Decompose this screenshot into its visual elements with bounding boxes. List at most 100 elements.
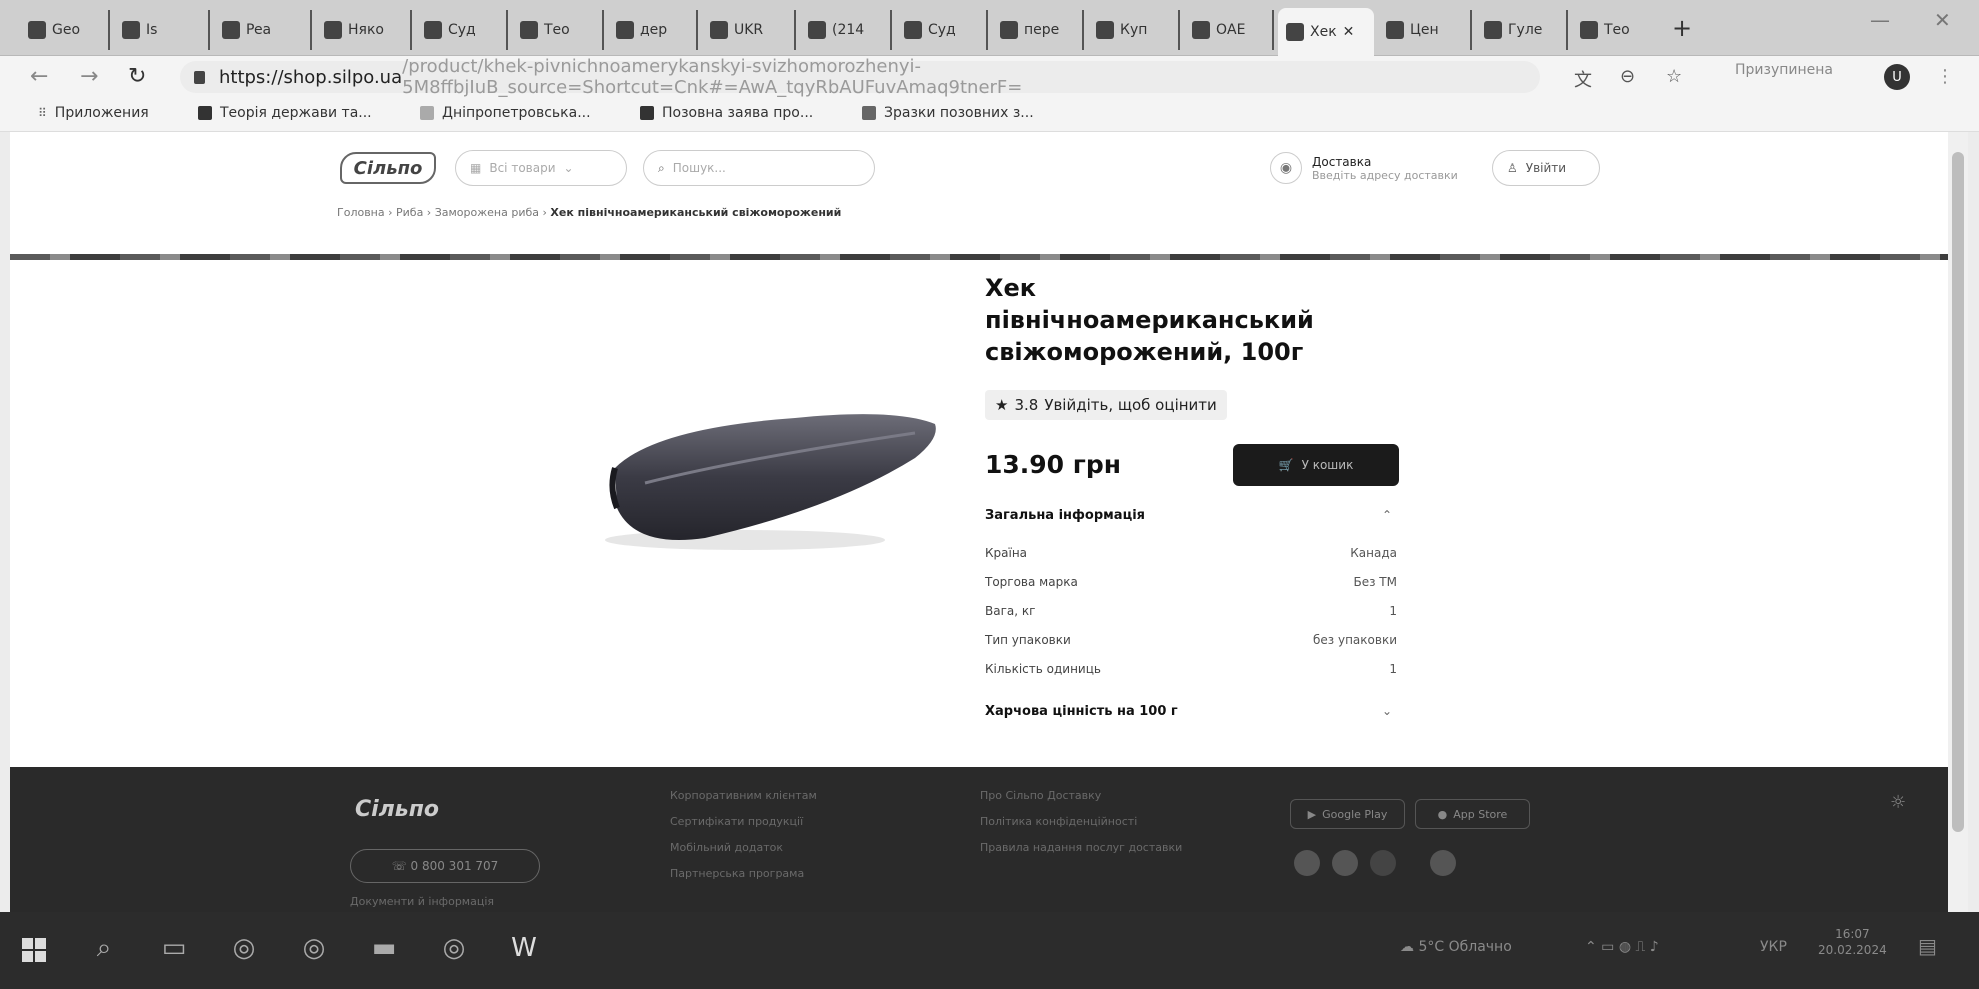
weather-widget[interactable]: ☁ 5°C Облачно: [1400, 939, 1512, 955]
instagram-icon[interactable]: [1332, 850, 1358, 876]
back-icon[interactable]: ←: [30, 64, 48, 89]
tab-favicon-icon: [1096, 21, 1114, 39]
tab-favicon-icon: [28, 21, 46, 39]
bookmark-apps[interactable]: ⠿ Приложения: [38, 105, 149, 121]
profile-status[interactable]: Призупинена: [1735, 62, 1833, 78]
search-icon: ⌕: [658, 160, 665, 175]
youtube-icon[interactable]: [1370, 850, 1396, 876]
product-price: 13.90 грн: [985, 450, 1122, 479]
tab[interactable]: Суд: [896, 10, 988, 50]
forward-icon[interactable]: →: [80, 64, 98, 89]
language-indicator[interactable]: УКР: [1760, 939, 1787, 955]
bookmark-item[interactable]: Позовна заява про...: [640, 105, 813, 121]
screen: Geo Is Pea Няко Суд Тео дер UKR (214 Суд…: [0, 0, 1979, 989]
tab[interactable]: Geo: [20, 10, 110, 50]
windows-start-icon[interactable]: [22, 938, 46, 962]
login-button[interactable]: ♙ Увійти: [1492, 150, 1600, 186]
spec-row: Вага, кг 1: [985, 604, 1397, 618]
chevron-up-icon[interactable]: ⌃: [1382, 508, 1392, 522]
new-tab-icon[interactable]: +: [1672, 14, 1692, 42]
tab-active[interactable]: Хек ✕: [1278, 8, 1374, 56]
general-info-toggle[interactable]: Загальна інформація: [985, 508, 1145, 523]
notifications-icon[interactable]: ▤: [1918, 934, 1937, 958]
bookmark-icon: [198, 106, 212, 120]
footer-link[interactable]: Сертифікати продукції: [670, 815, 803, 828]
tab[interactable]: Тео: [1572, 10, 1662, 50]
navigation-bar: ← → ↻ https://shop.silpo.ua/product/khek…: [0, 56, 1979, 98]
nutrition-toggle[interactable]: Харчова цінність на 100 г: [985, 704, 1178, 719]
footer-link[interactable]: Мобільний додаток: [670, 841, 783, 854]
clock[interactable]: 16:07 20.02.2024: [1818, 926, 1887, 958]
chevron-down-icon[interactable]: ⌄: [1382, 704, 1392, 718]
chrome-icon[interactable]: ◎: [226, 930, 262, 966]
spec-row: Кількість одиниць 1: [985, 662, 1397, 676]
bookmark-item[interactable]: Дніпропетровська...: [420, 105, 591, 121]
zoom-icon[interactable]: ⊖: [1620, 66, 1635, 87]
bookmark-item[interactable]: Зразки позовних з...: [862, 105, 1034, 121]
tab[interactable]: UKR: [702, 10, 796, 50]
facebook-icon[interactable]: [1294, 850, 1320, 876]
avatar[interactable]: U: [1884, 64, 1910, 90]
search-input[interactable]: ⌕ Пошук...: [643, 150, 875, 186]
theme-toggle-icon[interactable]: ☼: [1890, 792, 1906, 813]
translate-icon[interactable]: 文: [1574, 66, 1592, 92]
tray-icons[interactable]: ⌃ ▭ ◍ ⎍ ♪: [1585, 939, 1659, 955]
chevron-down-icon: ⌄: [563, 161, 574, 175]
user-icon: ♙: [1507, 161, 1518, 175]
footer-link[interactable]: Правила надання послуг доставки: [980, 841, 1182, 854]
delivery-selector[interactable]: ◉ Доставка Введіть адресу доставки: [1270, 152, 1458, 184]
phone-button[interactable]: ☏ 0 800 301 707: [350, 849, 540, 883]
bookmark-icon: [862, 106, 876, 120]
close-window-icon[interactable]: ✕: [1934, 8, 1951, 32]
tab-favicon-icon: [1386, 21, 1404, 39]
footer-link[interactable]: Партнерська програма: [670, 867, 804, 880]
minimize-icon[interactable]: —: [1870, 8, 1890, 32]
footer-link[interactable]: Корпоративним клієнтам: [670, 789, 817, 802]
catalog-button[interactable]: ▦ Всі товари ⌄: [455, 150, 627, 186]
tab[interactable]: Is: [114, 10, 210, 50]
bookmark-star-icon[interactable]: ☆: [1666, 66, 1682, 87]
reload-icon[interactable]: ↻: [128, 64, 146, 89]
tab[interactable]: дер: [608, 10, 698, 50]
file-explorer-icon[interactable]: ▬: [366, 930, 402, 966]
scrollbar-thumb[interactable]: [1952, 152, 1964, 832]
tab[interactable]: Pea: [214, 10, 312, 50]
scan-artifact-band: [10, 254, 1948, 260]
word-icon[interactable]: W: [506, 930, 542, 966]
app-store-button[interactable]: ● App Store: [1415, 799, 1530, 829]
search-icon[interactable]: ⌕: [86, 930, 122, 966]
add-to-cart-button[interactable]: 🛒 У кошик: [1233, 444, 1399, 486]
menu-icon[interactable]: ⋮: [1936, 66, 1954, 87]
cart-icon: 🛒: [1278, 458, 1294, 472]
tab-favicon-icon: [904, 21, 922, 39]
footer-link[interactable]: Документи й інформація: [350, 895, 494, 908]
google-play-button[interactable]: ▶ Google Play: [1290, 799, 1405, 829]
tab[interactable]: (214: [800, 10, 892, 50]
telegram-icon[interactable]: [1430, 850, 1456, 876]
bookmark-item[interactable]: Теорія держави та...: [198, 105, 372, 121]
close-tab-icon[interactable]: ✕: [1343, 24, 1355, 40]
tab[interactable]: пере: [992, 10, 1084, 50]
tab-favicon-icon: [222, 21, 240, 39]
tab[interactable]: Тео: [512, 10, 604, 50]
scrollbar[interactable]: [1948, 132, 1968, 912]
tab[interactable]: Гуле: [1476, 10, 1568, 50]
chrome-icon[interactable]: ◎: [296, 930, 332, 966]
tab[interactable]: Цен: [1378, 10, 1472, 50]
footer-link[interactable]: Політика конфіденційності: [980, 815, 1137, 828]
tab[interactable]: ОАЕ: [1184, 10, 1274, 50]
site-logo[interactable]: Сільпо: [340, 152, 436, 184]
tab-favicon-icon: [616, 21, 634, 39]
rating-badge[interactable]: ★ 3.8 Увійдіть, щоб оцінити: [985, 390, 1227, 420]
footer-link[interactable]: Про Сільпо Доставку: [980, 789, 1101, 802]
tab[interactable]: Няко: [316, 10, 412, 50]
tab-strip: Geo Is Pea Няко Суд Тео дер UKR (214 Суд…: [0, 0, 1979, 56]
chrome-icon[interactable]: ◎: [436, 930, 472, 966]
tab[interactable]: Куп: [1088, 10, 1180, 50]
footer-logo[interactable]: Сільпо: [355, 797, 439, 822]
task-view-icon[interactable]: ▭: [156, 930, 192, 966]
windows-taskbar: ⌕ ▭ ◎ ◎ ▬ ◎ W ☁ 5°C Облачно ⌃ ▭ ◍ ⎍ ♪ УК…: [0, 912, 1979, 989]
tab-favicon-icon: [1192, 21, 1210, 39]
tab[interactable]: Суд: [416, 10, 508, 50]
address-bar[interactable]: https://shop.silpo.ua/product/khek-pivni…: [180, 56, 1540, 98]
